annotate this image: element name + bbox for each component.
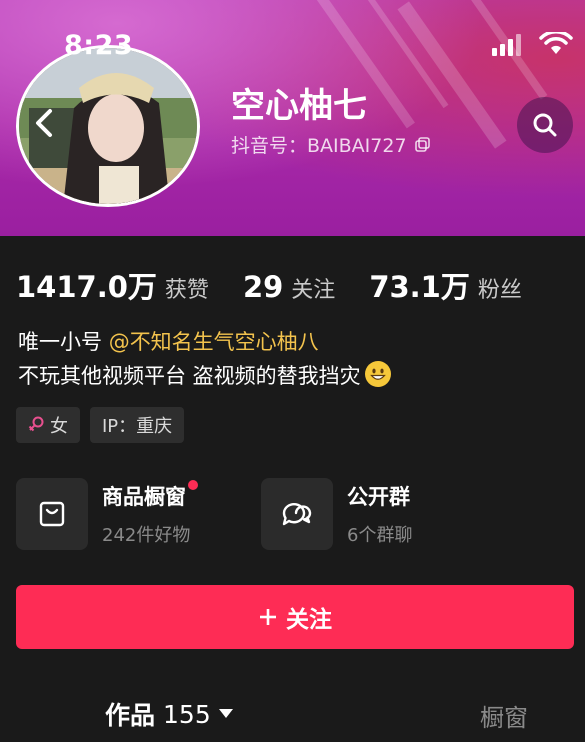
product-showcase-text: 商品橱窗 242件好物: [102, 480, 198, 547]
public-group-text: 公开群 6个群聊: [347, 481, 412, 547]
public-group-entry[interactable]: 公开群 6个群聊: [261, 478, 412, 550]
profile-bio: 唯一小号 @不知名生气空心柚八 不玩其他视频平台 盗视频的替我挡灾: [18, 325, 391, 393]
wifi-icon: [539, 32, 573, 54]
likes-label: 获赞: [164, 278, 209, 303]
douyin-id-text: 抖音号：BAIBAI727: [231, 135, 407, 157]
status-bar-time: 8:23: [64, 30, 134, 61]
ip-location-tag: IP：重庆: [90, 407, 185, 443]
follow-button[interactable]: 关注: [16, 585, 574, 649]
notification-dot: [188, 480, 198, 490]
chat-bubbles-icon: [282, 503, 312, 526]
bio-line2: 不玩其他视频平台 盗视频的替我挡灾: [18, 364, 361, 388]
profile-stats: 1417.0万 获赞 29 关注 73.1万 粉丝: [16, 264, 556, 306]
douyin-id-row[interactable]: 抖音号：BAIBAI727: [231, 131, 430, 158]
followers-count[interactable]: 73.1万: [369, 264, 470, 306]
tab-works-label: 作品: [105, 701, 156, 730]
follow-button-label: 关注: [286, 607, 332, 633]
ip-location-label: IP：重庆: [102, 416, 173, 437]
back-chevron-icon[interactable]: [28, 105, 60, 141]
search-button[interactable]: [517, 97, 573, 153]
tab-showcase[interactable]: 橱窗: [480, 698, 528, 733]
copy-icon[interactable]: [414, 137, 430, 152]
bio-line1: 唯一小号: [18, 330, 109, 354]
tab-works[interactable]: 作品 155: [105, 696, 233, 732]
profile-tags: 女 IP：重庆: [16, 407, 185, 443]
likes-count[interactable]: 1417.0万: [16, 264, 157, 306]
public-group-subtitle: 6个群聊: [347, 525, 413, 546]
shopping-bag-icon-box: [16, 478, 88, 550]
chat-bubbles-icon-box: [261, 478, 333, 550]
caret-down-icon: [218, 709, 233, 718]
product-showcase-entry[interactable]: 商品橱窗 242件好物: [16, 478, 198, 550]
shopping-bag-icon: [39, 501, 65, 527]
search-icon: [533, 113, 557, 137]
following-label: 关注: [291, 278, 336, 303]
followers-label: 粉丝: [477, 278, 522, 303]
gender-label: 女: [50, 416, 68, 437]
bio-mention-link[interactable]: @不知名生气空心柚八: [109, 330, 319, 354]
profile-name: 空心柚七: [231, 86, 367, 126]
product-showcase-title: 商品橱窗: [102, 485, 186, 509]
plus-icon: [260, 609, 276, 625]
gender-tag: 女: [16, 407, 80, 443]
public-group-title: 公开群: [347, 485, 410, 509]
product-showcase-subtitle: 242件好物: [102, 525, 191, 546]
grin-emoji-icon: [364, 361, 391, 387]
tab-works-count: 155: [163, 699, 211, 729]
following-count[interactable]: 29: [243, 270, 283, 304]
cellular-signal-icon: [492, 34, 528, 56]
content-tabs: 作品 155 橱窗: [0, 690, 585, 742]
female-icon: [28, 416, 44, 432]
